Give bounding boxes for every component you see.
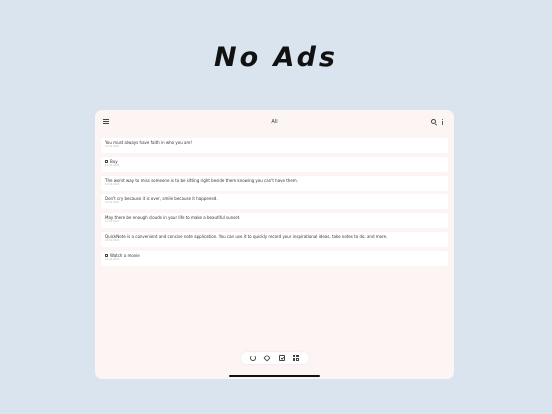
note-card[interactable]: The worst way to miss someone is to be s… xyxy=(101,175,448,191)
checklist-icon[interactable] xyxy=(279,355,285,361)
note-date: 10:02 2024 xyxy=(105,201,120,205)
checkbox-icon[interactable] xyxy=(105,159,108,163)
grid-icon[interactable] xyxy=(293,355,299,361)
note-card[interactable]: Watch a movie 10:02 2024 xyxy=(101,250,448,266)
note-date: 10:02 2024 xyxy=(105,163,120,167)
checkbox-icon[interactable] xyxy=(105,253,108,257)
promo-headline: No Ads xyxy=(213,42,338,73)
note-date: 10:02 2024 xyxy=(105,238,120,242)
refresh-icon[interactable] xyxy=(250,355,256,361)
note-card[interactable]: Buy 10:02 2024 xyxy=(101,156,448,172)
tag-icon[interactable] xyxy=(263,354,271,362)
note-date: 10:02 2024 xyxy=(105,257,120,261)
note-card[interactable]: Don't cry because it is over, smile beca… xyxy=(101,194,448,210)
note-date: 10:02 2024 xyxy=(105,182,120,186)
search-icon[interactable] xyxy=(431,119,436,124)
top-bar: All xyxy=(95,110,454,134)
more-vertical-icon[interactable] xyxy=(442,119,444,125)
note-card[interactable]: QuickNote is a convenient and concise no… xyxy=(101,231,448,247)
note-list: You must always have faith in who you ar… xyxy=(101,138,448,270)
tablet-screen: All You must always have faith in who yo… xyxy=(95,110,454,379)
bottom-toolbar xyxy=(241,352,309,364)
note-date: 10:02 2024 xyxy=(105,220,120,224)
note-card[interactable]: You must always have faith in who you ar… xyxy=(101,138,448,153)
note-card[interactable]: May there be enough clouds in your life … xyxy=(101,213,448,229)
home-indicator xyxy=(229,375,320,377)
page-title: All xyxy=(271,119,278,125)
note-date: 10:02 2024 xyxy=(105,145,120,148)
